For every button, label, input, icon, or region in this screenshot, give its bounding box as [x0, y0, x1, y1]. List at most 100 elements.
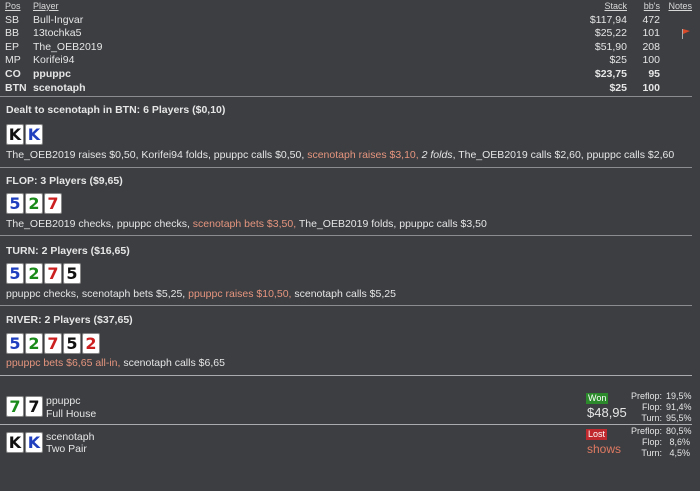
divider [0, 96, 692, 97]
player-row[interactable]: SB Bull-Ingvar $117,94 472 [0, 14, 700, 28]
player-row[interactable]: EP The_OEB2019 $51,90 208 [0, 41, 700, 55]
player-stack-bb: 101 [642, 27, 660, 40]
playing-card: K [6, 432, 24, 453]
player-stack: $25 [609, 54, 627, 67]
equity-value: 95,5% [666, 413, 692, 423]
playing-card: 7 [25, 396, 43, 417]
playing-card: K [6, 124, 24, 145]
hero-action: scenotaph bets $3,50, [192, 218, 297, 230]
header-stack[interactable]: Stack [604, 0, 627, 14]
player-name[interactable]: 13tochka5 [33, 27, 81, 41]
river-actions: ppuppc bets $6,65 all-in, scenotaph call… [6, 357, 225, 369]
player-hole-cards: KK [6, 432, 43, 453]
preflop-actions: The_OEB2019 raises $0,50, Korifei94 fold… [6, 149, 674, 161]
player-stack: $25,22 [594, 27, 627, 40]
equity-stats: Preflop: 19,5% Flop: 91,4% Turn: 95,5% [610, 391, 692, 424]
player-stack-bb: 208 [642, 40, 660, 53]
equity-value: 19,5% [666, 391, 692, 401]
header-player[interactable]: Player [33, 0, 59, 14]
header-notes[interactable]: Notes [668, 0, 692, 14]
playing-card: 7 [6, 396, 24, 417]
hero-action: ppuppc raises $10,50, [188, 288, 292, 300]
action-text: 2 folds [421, 149, 453, 161]
header-pos[interactable]: Pos [5, 0, 21, 14]
players-table-header: Pos Player Stack bb's Notes [0, 0, 700, 14]
river-cards: 52752 [6, 333, 100, 354]
playing-card: K [25, 124, 43, 145]
note-flag-icon[interactable] [682, 29, 690, 40]
player-stack-bb: 472 [642, 13, 660, 26]
equity-row: Turn: 4,5% [610, 448, 690, 459]
player-stack: $25 [609, 81, 627, 94]
player-position: BB [5, 27, 20, 40]
equity-row: Flop: 8,6% [610, 437, 690, 448]
playing-card: 5 [6, 193, 24, 214]
equity-value: 4,5% [669, 448, 690, 458]
flop-actions: The_OEB2019 checks, ppuppc checks, sceno… [6, 218, 487, 230]
player-row[interactable]: MP Korifei94 $25 100 [0, 54, 700, 68]
player-name[interactable]: ppuppc [33, 68, 71, 82]
equity-value: 91,4% [666, 402, 692, 412]
hero-action: scenotaph raises $3,10, [307, 149, 419, 161]
player-stack-bb: 100 [642, 54, 660, 67]
players-table: Pos Player Stack bb's Notes SB Bull-Ingva… [0, 0, 700, 95]
turn-title: TURN: 2 Players ($16,65) [6, 245, 130, 257]
playing-card: 5 [6, 263, 24, 284]
action-text: The_OEB2019 raises $0,50, Korifei94 fold… [6, 149, 308, 161]
divider [0, 167, 692, 168]
preflop-title: Dealt to scenotaph in BTN: 6 Players ($0… [6, 104, 226, 116]
equity-stats: Preflop: 80,5% Flop: 8,6% Turn: 4,5% [610, 426, 692, 459]
player-name[interactable]: Korifei94 [33, 54, 74, 68]
lost-badge: Lost [586, 429, 608, 440]
header-bbs[interactable]: bb's [644, 0, 660, 14]
equity-street-label: Flop: [641, 437, 662, 447]
player-position: BTN [5, 81, 27, 94]
player-position: CO [5, 67, 21, 80]
playing-card: K [25, 432, 43, 453]
player-row[interactable]: BB 13tochka5 $25,22 101 [0, 27, 700, 41]
action-text: scenotaph calls $5,25 [291, 288, 396, 300]
player-name[interactable]: Bull-Ingvar [33, 14, 83, 28]
player-hole-cards: 77 [6, 396, 43, 417]
river-title: RIVER: 2 Players ($37,65) [6, 314, 133, 326]
playing-card: 5 [6, 333, 24, 354]
action-text: , The_OEB2019 calls $2,60, ppuppc calls … [452, 149, 675, 161]
result-hand-rank: Full House [46, 408, 97, 420]
equity-street-label: Preflop: [630, 391, 662, 401]
player-row[interactable]: BTN scenotaph $25 100 [0, 82, 700, 96]
hero-hole-cards: KK [6, 124, 43, 145]
divider [0, 424, 692, 425]
divider [0, 305, 692, 306]
won-badge: Won [586, 393, 609, 404]
playing-card: 2 [25, 193, 43, 214]
player-row[interactable]: CO ppuppc $23,75 95 [0, 68, 700, 82]
player-stack: $51,90 [594, 40, 627, 53]
equity-street-label: Flop: [641, 402, 662, 412]
player-position: MP [5, 54, 21, 67]
equity-row: Preflop: 80,5% [610, 426, 692, 437]
player-stack: $117,94 [589, 13, 627, 26]
playing-card: 5 [63, 263, 81, 284]
playing-card: 5 [63, 333, 81, 354]
action-text: ppuppc checks, scenotaph bets $5,25, [6, 288, 189, 300]
player-name[interactable]: scenotaph [33, 82, 86, 96]
equity-row: Preflop: 19,5% [610, 391, 692, 402]
turn-actions: ppuppc checks, scenotaph bets $5,25, ppu… [6, 288, 396, 300]
flop-cards: 527 [6, 193, 62, 214]
player-stack: $23,75 [594, 67, 627, 80]
equity-value: 80,5% [666, 426, 692, 436]
player-stack-bb: 95 [648, 67, 660, 80]
action-text: The_OEB2019 checks, ppuppc checks, [6, 218, 193, 230]
equity-row: Flop: 91,4% [610, 402, 692, 413]
equity-street-label: Turn: [641, 448, 662, 458]
playing-card: 2 [82, 333, 100, 354]
playing-card: 7 [44, 263, 62, 284]
playing-card: 7 [44, 333, 62, 354]
turn-cards: 5275 [6, 263, 81, 284]
player-name[interactable]: The_OEB2019 [33, 41, 102, 55]
playing-card: 2 [25, 263, 43, 284]
playing-card: 2 [25, 333, 43, 354]
action-text: The_OEB2019 folds, ppuppc calls $3,50 [296, 218, 487, 230]
divider [0, 375, 692, 376]
result-player-name: scenotaph [46, 431, 95, 443]
